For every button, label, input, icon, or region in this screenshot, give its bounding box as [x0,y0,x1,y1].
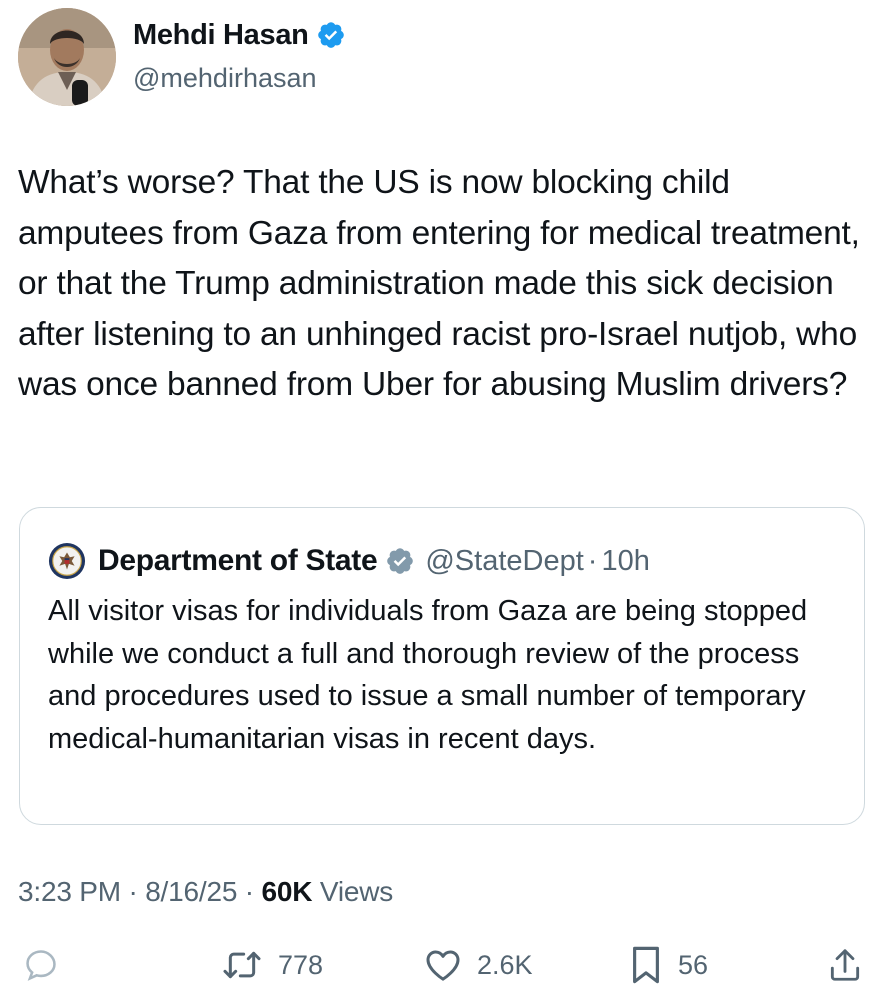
retweet-icon [223,951,261,979]
quoted-tweet-header: Department of State @StateDept · 10h [48,542,650,580]
reply-button[interactable] [22,940,60,990]
tweet-metadata: 3:23 PM · 8/16/25 · 60K Views [18,876,393,908]
bookmark-button[interactable]: 56 [628,940,708,990]
verified-badge-icon [317,22,344,48]
retweet-button[interactable]: 778 [220,940,323,990]
quoted-tweet[interactable]: Department of State @StateDept · 10h All… [19,507,865,825]
quoted-tweet-text: All visitor visas for individuals from G… [48,595,808,755]
state-department-seal-icon [48,542,86,580]
government-verified-badge-icon [387,548,414,574]
like-count: 2.6K [477,949,533,980]
like-button[interactable]: 2.6K [423,940,533,990]
author-handle[interactable]: @mehdirhasan [133,62,346,94]
quoted-author-handle[interactable]: @StateDept [425,545,583,578]
tweet-time[interactable]: 3:23 PM [18,876,121,907]
quoted-author-name[interactable]: Department of State [98,544,378,578]
tweet-date[interactable]: 8/16/25 [145,876,237,907]
author-avatar[interactable] [18,8,116,106]
share-icon [830,949,860,981]
author-block: Mehdi Hasan @mehdirhasan [133,18,346,94]
heart-icon [426,950,460,981]
meta-separator: · [237,876,262,907]
views-label: Views [312,876,394,907]
meta-separator: · [120,876,146,907]
share-button[interactable] [826,940,864,990]
bookmark-count: 56 [678,949,709,980]
tweet-text: What’s worse? That the US is now blockin… [18,164,860,403]
reply-icon [26,950,56,981]
retweet-count: 778 [278,949,324,980]
views-count: 60K [261,876,313,907]
author-name[interactable]: Mehdi Hasan [133,18,309,52]
bookmark-icon [633,946,659,984]
quoted-timestamp[interactable]: 10h [601,545,649,578]
action-bar: 778 2.6K 56 [0,940,886,990]
separator-dot: · [587,544,598,577]
